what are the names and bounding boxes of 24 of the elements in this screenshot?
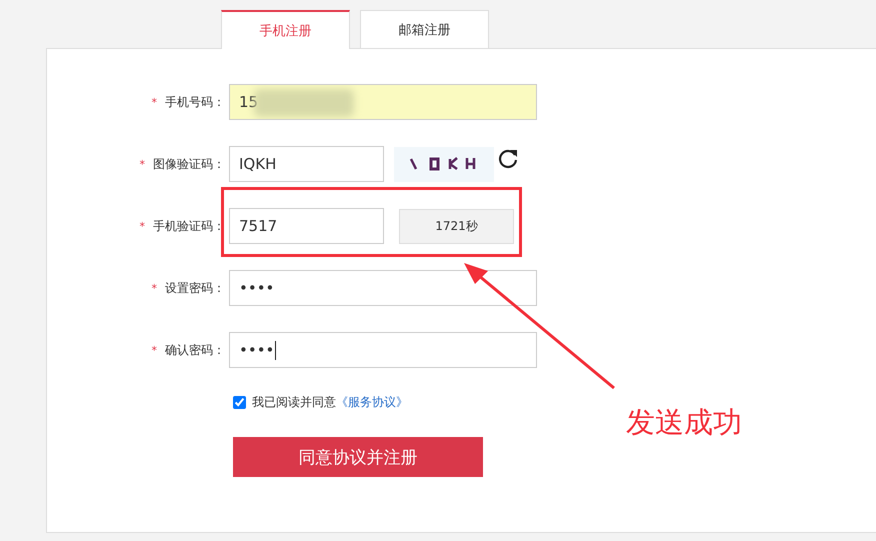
agree-checkbox[interactable] [233,396,246,409]
required-mark: * [152,282,157,294]
annotation-text: 发送成功 [626,404,742,441]
required-mark: * [140,220,145,232]
field-label: 确认密码： [165,342,225,358]
input-field[interactable]: •••• [229,332,537,368]
tab[interactable]: 邮箱注册 [360,10,489,48]
register-button[interactable]: 同意协议并注册 [233,437,483,477]
required-mark: * [152,344,157,356]
field-label: 手机验证码： [153,218,225,234]
input-field[interactable]: 15 [229,84,537,120]
refresh-icon[interactable] [497,147,519,169]
required-mark: * [152,96,157,108]
tab[interactable]: 手机注册 [221,10,350,49]
input-field[interactable]: 7517 [229,208,384,244]
send-code-button[interactable]: 1721秒 [399,208,514,244]
field-label: 设置密码： [165,280,225,296]
terms-link[interactable]: 《服务协议》 [336,394,408,411]
required-mark: * [140,158,145,170]
input-field[interactable]: •••• [229,270,537,306]
field-label: 手机号码： [165,94,225,110]
input-field[interactable]: IQKH [229,146,384,182]
agreement-text: 我已阅读并同意 [252,394,336,411]
field-label: 图像验证码： [153,156,225,172]
